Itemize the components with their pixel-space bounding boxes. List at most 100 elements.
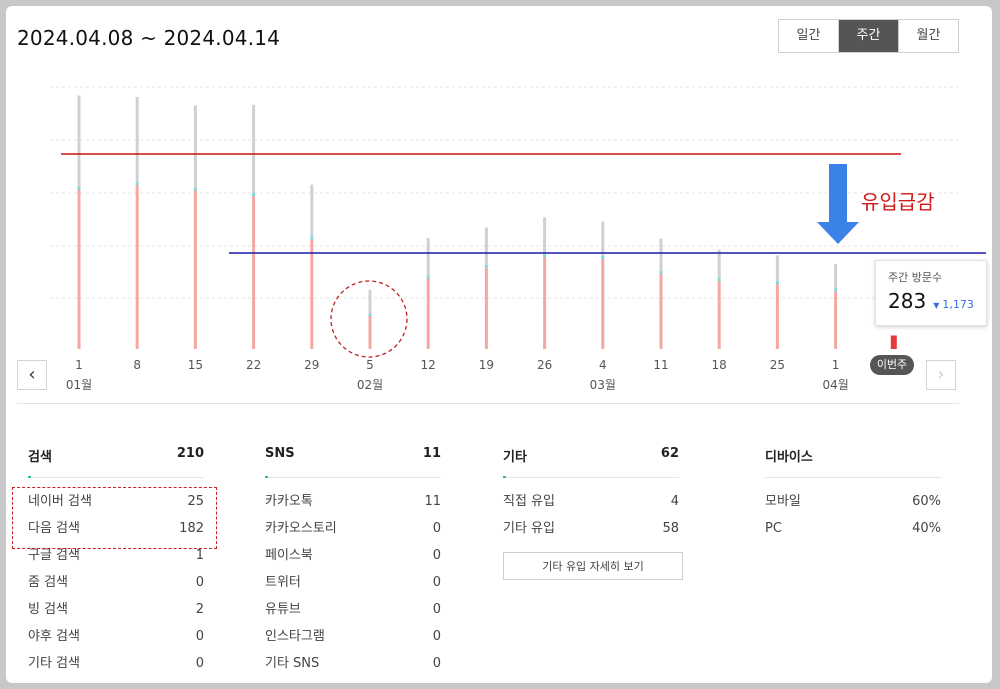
weekly-visits-tooltip: 주간 방문수 283 ▼ 1,173 (875, 260, 987, 326)
search-source-row: 빙 검색 2 (28, 596, 204, 623)
x-tick-label: 29 (304, 358, 319, 372)
decrease-arrow-icon: ▼ (933, 301, 940, 310)
drop-annotation-label: 유입급감 (861, 190, 935, 214)
search-title: 검색 (28, 450, 52, 465)
sns-source-row: 기타 SNS 0 (265, 650, 441, 677)
sns-source-value: 0 (432, 575, 441, 590)
sns-source-row: 유튜브 0 (265, 596, 441, 623)
bar-segment (717, 278, 721, 282)
bar-segment (890, 335, 897, 349)
bar-segment (426, 275, 430, 279)
tooltip-label: 주간 방문수 (888, 271, 943, 284)
sns-source-label: 카카오스토리 (265, 521, 337, 536)
bar-segment (252, 104, 256, 193)
etc-title: 기타 (503, 450, 527, 465)
month-label: 02월 (357, 378, 383, 392)
chart-prev-button[interactable]: ‹ (17, 360, 47, 390)
sns-source-label: 카카오톡 (265, 494, 313, 509)
sns-source-value: 0 (432, 629, 441, 644)
bar-segment (368, 289, 372, 314)
highlight-box (12, 487, 217, 549)
bar-segment (775, 284, 779, 349)
sns-source-row: 인스타그램 0 (265, 623, 441, 650)
bar-segment (601, 221, 605, 256)
x-tick-label: 1 (832, 358, 840, 372)
sns-source-value: 0 (432, 656, 441, 671)
search-source-label: 빙 검색 (28, 602, 69, 617)
x-tick-label: 15 (188, 358, 203, 372)
x-tick-label: 12 (421, 358, 436, 372)
sns-source-value: 0 (432, 602, 441, 617)
bar-segment (775, 255, 779, 282)
search-source-value: 0 (195, 656, 204, 671)
sns-source-label: 유튜브 (265, 602, 301, 617)
down-arrow-icon (817, 164, 859, 244)
bar-segment (543, 217, 547, 255)
etc-stats: 기타 62 직접 유입 4 기타 유입 58 기타 유입 자세히 보기 (503, 446, 683, 580)
bar-segment (426, 238, 430, 276)
tooltip-change: 1,173 (942, 298, 974, 311)
search-source-value: 0 (195, 575, 204, 590)
bar-segment (484, 227, 488, 265)
x-tick-label: 5 (366, 358, 374, 372)
bar-segment (193, 187, 197, 191)
sns-source-row: 카카오스토리 0 (265, 515, 441, 542)
bar-segment (310, 239, 314, 349)
sns-source-label: 페이스북 (265, 548, 313, 563)
bar-segment (543, 257, 547, 349)
etc-source-label: 기타 유입 (503, 521, 555, 536)
bar-segment (252, 196, 256, 349)
etc-source-value: 4 (670, 494, 679, 509)
month-label: 04월 (822, 378, 848, 392)
sns-source-value: 0 (432, 521, 441, 536)
search-source-label: 기타 검색 (28, 656, 80, 671)
bar-segment (659, 273, 663, 349)
etc-total: 62 (660, 446, 679, 461)
bar-segment (77, 190, 81, 349)
search-source-value: 0 (195, 629, 204, 644)
bar-segment (77, 95, 81, 187)
device-type-value: 40% (912, 521, 941, 536)
device-type-row: 모바일 60% (765, 488, 941, 515)
search-source-label: 야후 검색 (28, 629, 80, 644)
x-tick-label: 1 (75, 358, 83, 372)
bar-segment (543, 254, 547, 258)
device-title: 디바이스 (765, 450, 813, 465)
device-type-value: 60% (912, 494, 941, 509)
etc-source-label: 직접 유입 (503, 494, 555, 509)
sns-source-row: 카카오톡 11 (265, 488, 441, 515)
section-divider (17, 403, 959, 404)
sns-stats: SNS 11 카카오톡 11 카카오스토리 0 페이스북 0 트위터 0 유튜브 0 인스타그램 0 기… (265, 446, 441, 677)
device-type-label: 모바일 (765, 494, 801, 509)
month-label: 01월 (66, 378, 92, 392)
current-week-badge: 이번주 (870, 355, 914, 375)
search-source-row: 줌 검색 0 (28, 569, 204, 596)
etc-source-row: 직접 유입 4 (503, 488, 679, 515)
device-type-label: PC (765, 521, 782, 536)
bar-segment (717, 281, 721, 349)
sns-title: SNS (265, 446, 295, 461)
etc-detail-button[interactable]: 기타 유입 자세히 보기 (503, 552, 683, 580)
sns-source-row: 트위터 0 (265, 569, 441, 596)
device-type-row: PC 40% (765, 515, 941, 542)
sns-total: 11 (422, 446, 441, 461)
sns-source-value: 11 (424, 494, 441, 509)
bar-segment (659, 270, 663, 274)
month-label: 03월 (590, 378, 616, 392)
bar-segment (77, 187, 81, 190)
sns-source-value: 0 (432, 548, 441, 563)
sns-source-label: 기타 SNS (265, 656, 320, 671)
x-tick-label: 4 (599, 358, 607, 372)
search-stats: 검색 210 네이버 검색 25 다음 검색 182 구글 검색 1 줌 검색 0 빙 검색 2 야… (28, 446, 204, 677)
sns-source-label: 인스타그램 (265, 629, 325, 644)
search-source-row: 야후 검색 0 (28, 623, 204, 650)
x-tick-label: 19 (479, 358, 494, 372)
chart-next-button[interactable]: › (926, 360, 956, 390)
x-tick-label: 18 (712, 358, 727, 372)
x-tick-label: 22 (246, 358, 261, 372)
bar-segment (834, 291, 838, 349)
bar-segment (368, 313, 372, 316)
bar-segment (368, 316, 372, 349)
bar-segment (310, 236, 314, 240)
search-source-row: 기타 검색 0 (28, 650, 204, 677)
